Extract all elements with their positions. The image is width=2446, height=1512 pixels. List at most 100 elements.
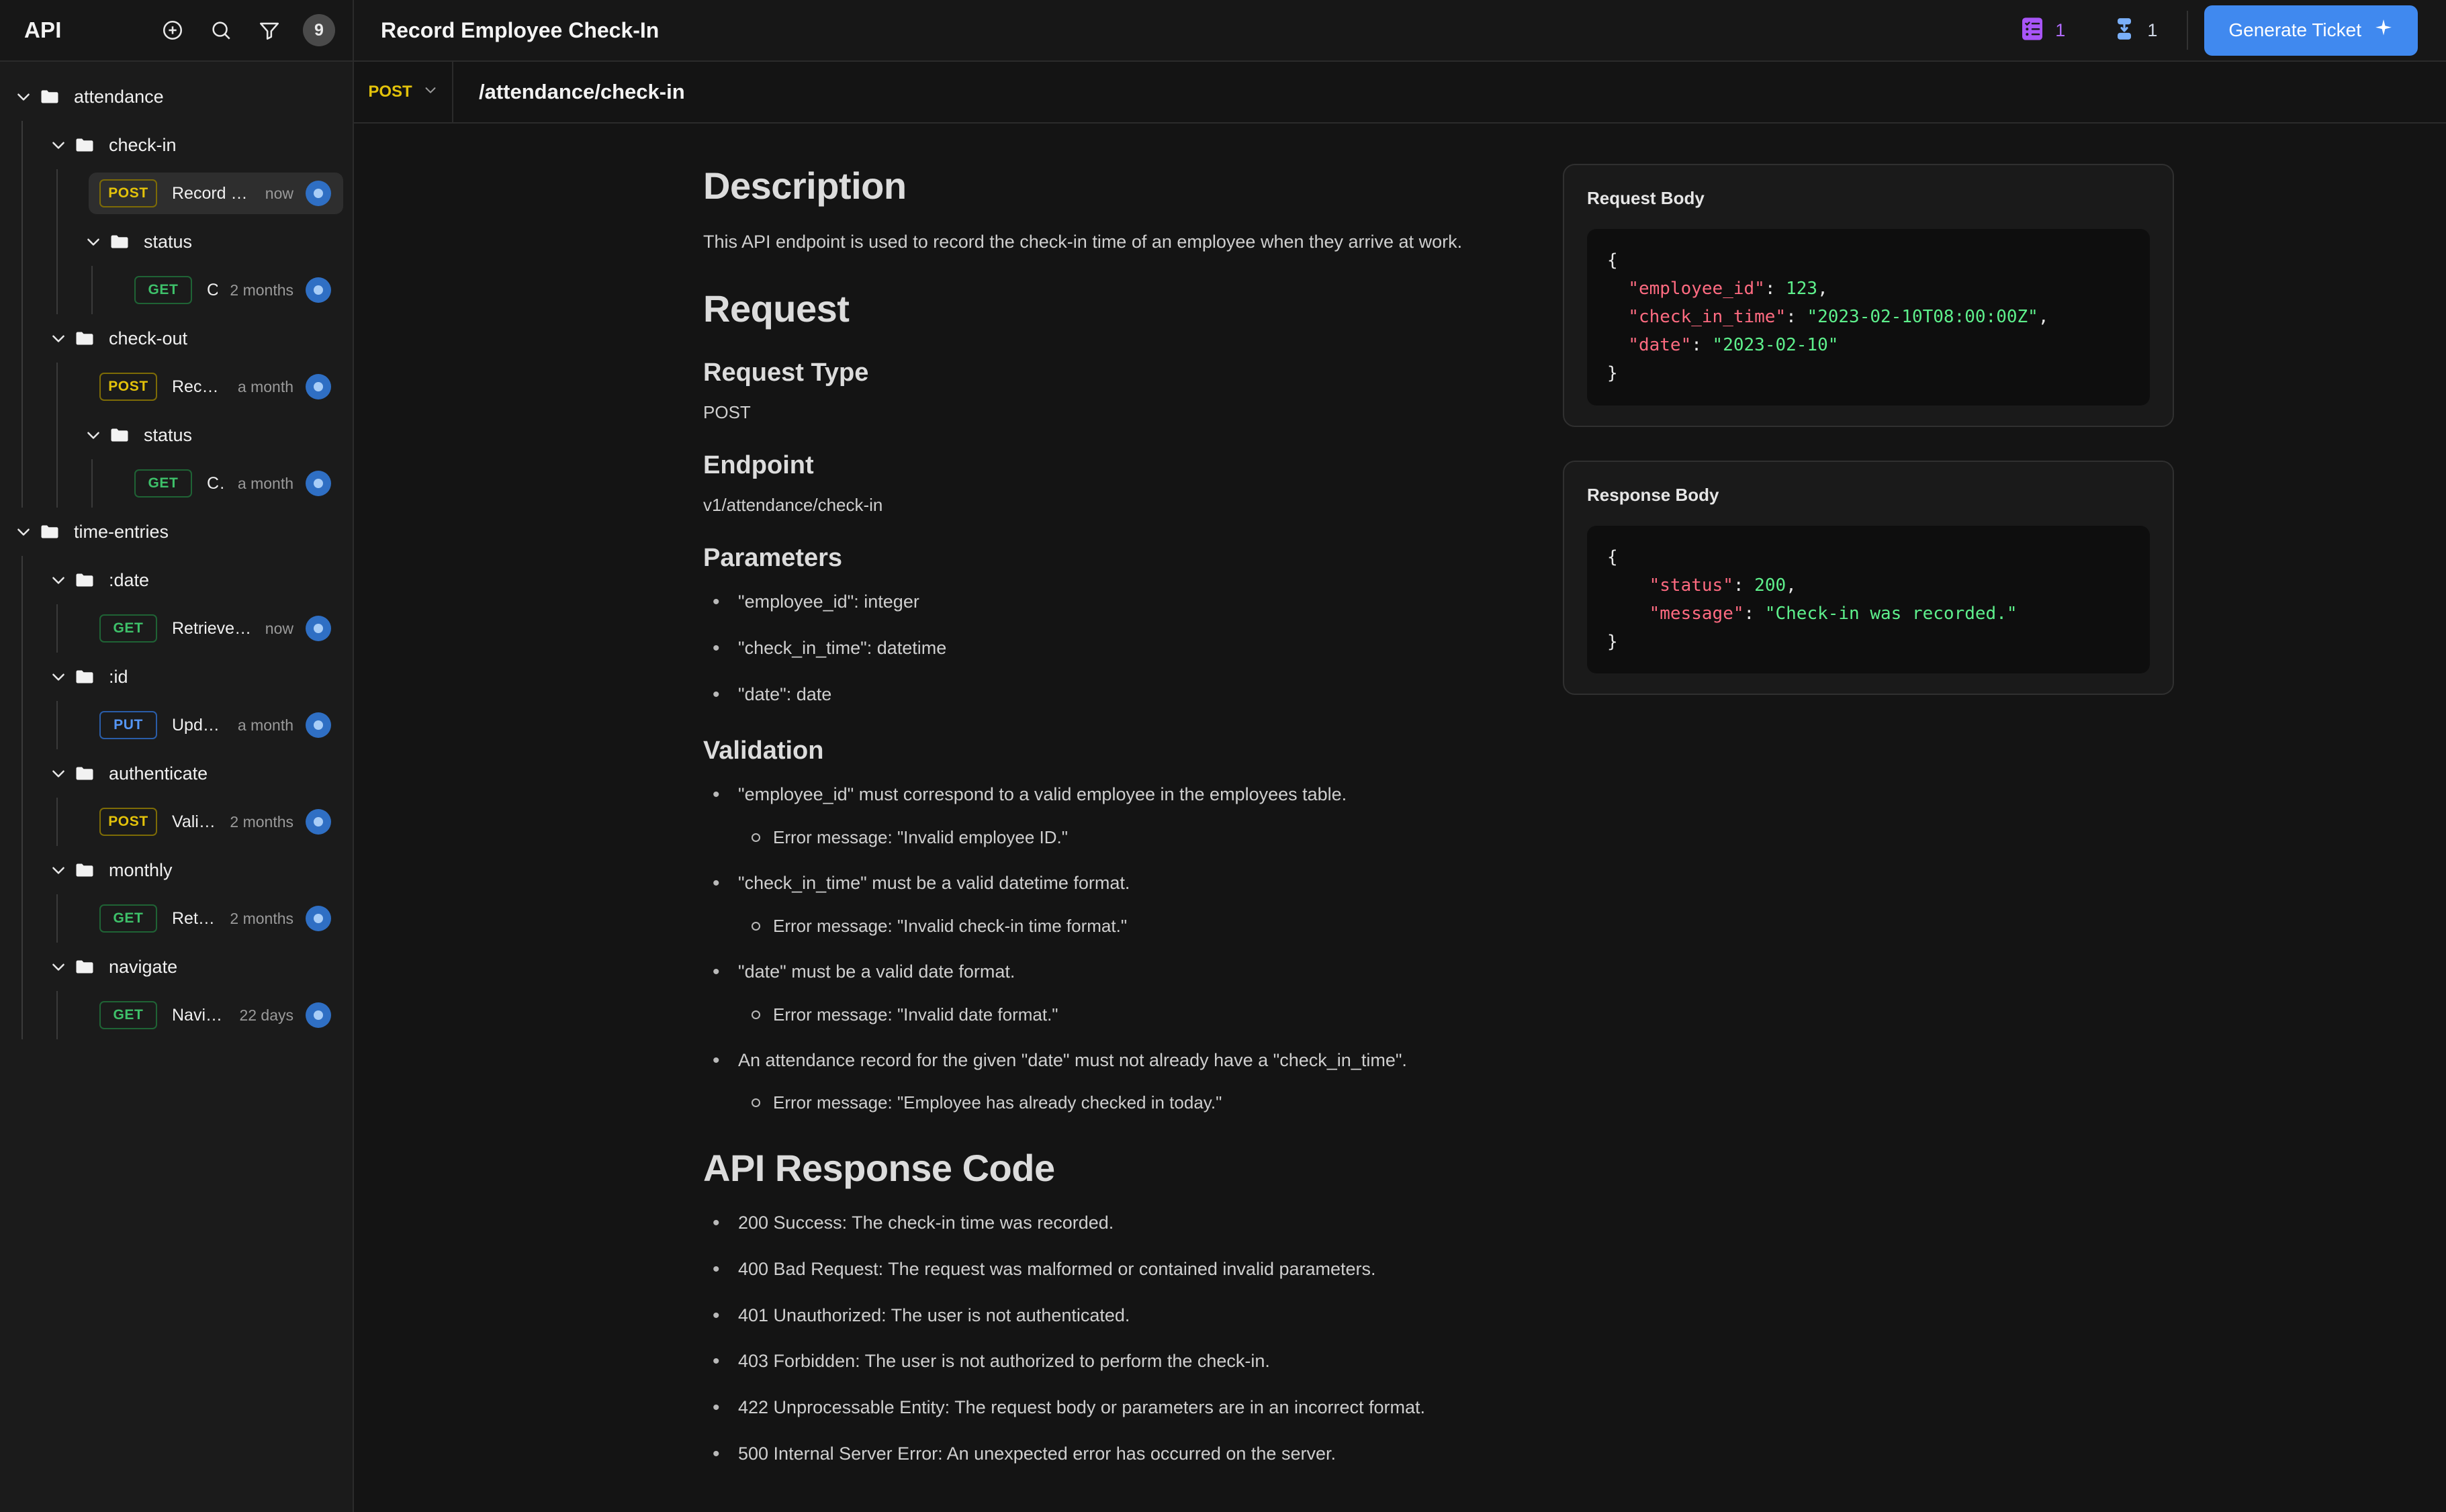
chevron-down-icon[interactable] [47, 136, 70, 154]
status-dot[interactable] [306, 712, 331, 738]
method-badge: GET [99, 614, 157, 643]
code-token: } [1607, 632, 1618, 652]
tree-folder-time-entries[interactable]: time-entries [0, 508, 353, 556]
endpoint-label: Valid... [172, 812, 218, 832]
method-badge: GET [99, 1001, 157, 1029]
validation-error-item: Error message: "Invalid check-in time fo… [738, 912, 1469, 940]
folder-icon [70, 667, 99, 687]
tree-endpoint-item[interactable]: POSTRecord E...now [0, 169, 353, 218]
code-token [1607, 279, 1628, 299]
tree-folder-monthly[interactable]: monthly [0, 846, 353, 894]
tree-endpoint-item[interactable]: GETNavig...22 days [0, 991, 353, 1039]
status-dot[interactable] [306, 277, 331, 303]
sparkle-icon [2373, 18, 2394, 43]
app-body: attendancecheck-inPOSTRecord E...nowstat… [0, 62, 2446, 1512]
tree-endpoint-item[interactable]: GETC...2 months [0, 266, 353, 314]
tree-folder-authenticate[interactable]: authenticate [0, 749, 353, 798]
chevron-down-icon[interactable] [82, 233, 105, 250]
tree-endpoint-item[interactable]: GETRetri...2 months [0, 894, 353, 943]
documentation-column: Description This API endpoint is used to… [703, 164, 1496, 1512]
header-actions: 1 1 Generate Ticket [1996, 5, 2418, 56]
sidebar: attendancecheck-inPOSTRecord E...nowstat… [0, 62, 354, 1512]
chevron-down-icon[interactable] [47, 330, 70, 347]
tree-folder--id[interactable]: :id [0, 653, 353, 701]
endpoint-timestamp: a month [226, 475, 293, 493]
status-dot[interactable] [306, 809, 331, 835]
tree-folder-navigate[interactable]: navigate [0, 943, 353, 991]
request-type-heading: Request Type [703, 359, 1469, 387]
tree-folder-status[interactable]: status [0, 411, 353, 459]
filter-icon[interactable] [255, 15, 284, 45]
flow-merge-stat[interactable]: 1 [2088, 15, 2180, 46]
app-brand: API [24, 17, 62, 43]
tree-folder-check-in[interactable]: check-in [0, 121, 353, 169]
tree-folder-check-out[interactable]: check-out [0, 314, 353, 363]
plus-circle-icon[interactable] [158, 15, 187, 45]
status-dot[interactable] [306, 374, 331, 399]
tree-indent-guide [56, 798, 58, 846]
method-badge: POST [99, 808, 157, 836]
content-area: Description This API endpoint is used to… [354, 124, 2446, 1512]
code-token [1607, 335, 1628, 355]
tree-folder-row: :id [47, 656, 353, 698]
tree-endpoint-item[interactable]: POSTRecor...a month [0, 363, 353, 411]
tree-folder-attendance[interactable]: attendance [0, 73, 353, 121]
generate-ticket-button[interactable]: Generate Ticket [2204, 5, 2418, 56]
tree-endpoint-item[interactable]: GETRetrieve D...now [0, 604, 353, 653]
status-dot[interactable] [306, 181, 331, 206]
parameters-list: "employee_id": integer"check_in_time": d… [703, 587, 1469, 708]
endpoint-label: C... [207, 281, 218, 300]
endpoint-bar: POST /attendance/check-in [354, 62, 2446, 124]
chevron-down-icon[interactable] [82, 426, 105, 444]
endpoint-label: Retrieve D... [172, 619, 253, 639]
chevron-down-icon[interactable] [47, 861, 70, 879]
method-select-value: POST [368, 83, 412, 101]
tree-folder-row: status [82, 414, 353, 456]
chevron-down-icon[interactable] [47, 571, 70, 589]
status-dot[interactable] [306, 471, 331, 496]
method-badge: POST [99, 179, 157, 207]
chevron-down-icon[interactable] [12, 523, 35, 540]
tree-folder--date[interactable]: :date [0, 556, 353, 604]
status-dot[interactable] [306, 616, 331, 641]
chevron-down-icon[interactable] [12, 88, 35, 105]
chevron-down-icon[interactable] [47, 668, 70, 686]
folder-icon [35, 522, 64, 542]
tree-folder-row: authenticate [47, 753, 353, 794]
tree-folder-label: check-out [109, 328, 187, 349]
code-token: { [1607, 250, 1618, 271]
chevron-down-icon[interactable] [47, 958, 70, 976]
search-icon[interactable] [206, 15, 236, 45]
item-count-badge: 9 [303, 14, 335, 46]
response-body-card: Response Body { "status": 200, "message"… [1563, 461, 2174, 695]
tree-endpoint-item[interactable]: PUTUpdat...a month [0, 701, 353, 749]
tree-endpoint-item[interactable]: POST Valid...2 months [0, 798, 353, 846]
top-bar: API 9 [0, 0, 2446, 62]
validation-item: "date" must be a valid date format.Error… [703, 957, 1469, 1029]
tree-indent-guide [21, 556, 23, 1039]
header-divider [2187, 11, 2188, 50]
chevron-down-icon[interactable] [47, 765, 70, 782]
endpoint-timestamp: 2 months [218, 813, 293, 831]
method-select[interactable]: POST [354, 62, 453, 122]
tree-folder-label: attendance [74, 87, 164, 107]
tree-endpoint-row: POST Valid...2 months [89, 801, 343, 843]
tree-endpoint-item[interactable]: GETCh...a month [0, 459, 353, 508]
validation-text: "date" must be a valid date format. [738, 961, 1015, 982]
code-token: , [2038, 307, 2049, 327]
folder-icon [35, 87, 64, 107]
method-badge: GET [134, 469, 192, 498]
status-dot[interactable] [306, 1002, 331, 1028]
tree-folder-row: status [82, 221, 353, 263]
sidebar-header: API 9 [0, 0, 354, 60]
request-type-value: POST [703, 402, 1469, 423]
validation-error-item: Error message: "Invalid employee ID." [738, 824, 1469, 851]
status-dot[interactable] [306, 906, 331, 931]
tree-folder-label: time-entries [74, 522, 169, 542]
main-panel: POST /attendance/check-in Description Th… [354, 62, 2446, 1512]
tree-endpoint-row: GETRetri...2 months [89, 898, 343, 939]
tree-folder-status[interactable]: status [0, 218, 353, 266]
method-badge: POST [99, 373, 157, 401]
tree-folder-label: navigate [109, 957, 177, 978]
checklist-stat[interactable]: 1 [1996, 15, 2088, 46]
